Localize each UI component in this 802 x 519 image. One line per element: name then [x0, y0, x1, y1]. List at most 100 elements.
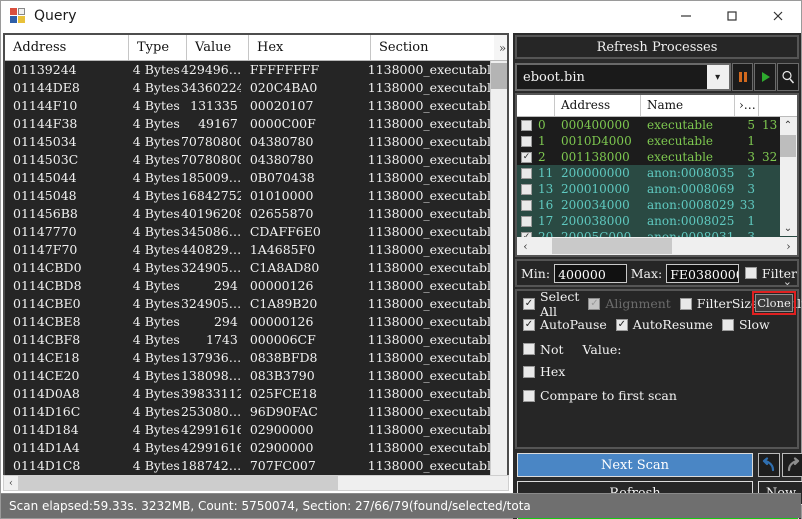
pl-column-name[interactable]: Name: [641, 95, 735, 116]
chevron-down-icon[interactable]: ⌄: [783, 275, 792, 288]
process-row-checkbox[interactable]: [521, 135, 532, 147]
process-list-scroll-thumb[interactable]: [780, 135, 796, 157]
column-expand-icon[interactable]: »: [494, 35, 507, 60]
compare-first-checkbox[interactable]: [523, 389, 535, 402]
table-row[interactable]: 01147770 4 Bytes 345086… CDAFF6E0 1138000_ex…: [5, 223, 494, 241]
column-header-address[interactable]: Address: [5, 35, 129, 60]
refresh-processes-button[interactable]: Refresh Processes: [515, 35, 799, 59]
table-row[interactable]: 0114CE18 4 Bytes 137936… 0838BFD8 1138000_ex…: [5, 349, 494, 367]
process-row[interactable]: 0 000400000 executable 5 13: [517, 117, 797, 133]
table-row[interactable]: 01144F10 4 Bytes 131335 00020107 1138000_exe…: [5, 97, 494, 115]
process-row-checkbox[interactable]: [521, 167, 532, 179]
table-row[interactable]: 01145034 4 Bytes 70780800 04380780 1138000_e…: [5, 133, 494, 151]
results-hscroll-thumb[interactable]: [18, 476, 338, 490]
scroll-left-icon[interactable]: ‹: [517, 240, 534, 253]
autopause-option[interactable]: ✓ AutoPause: [523, 317, 607, 332]
process-row-checkbox[interactable]: [521, 215, 532, 227]
hex-checkbox[interactable]: [523, 365, 535, 378]
table-row[interactable]: 0114CBE8 4 Bytes 294 00000126 1138000_execut…: [5, 313, 494, 331]
table-row[interactable]: 01139244 4 Bytes 429496… FFFFFFFF 1138000_ex…: [5, 61, 494, 79]
column-header-type[interactable]: Type: [129, 35, 187, 60]
maximize-button[interactable]: [709, 1, 755, 30]
table-row[interactable]: 01144DE8 4 Bytes 34360224 020C4BA0 1138000_e…: [5, 79, 494, 97]
results-horizontal-scrollbar[interactable]: ‹: [3, 475, 509, 491]
table-row[interactable]: 0114D184 4 Bytes 42991616 02900000 1138000_e…: [5, 421, 494, 439]
process-row-checkbox[interactable]: [521, 199, 532, 211]
autopause-checkbox[interactable]: ✓: [523, 318, 535, 331]
select-all-option[interactable]: ✓ Select All: [523, 289, 579, 319]
chevron-down-icon[interactable]: ▾: [706, 65, 729, 89]
select-all-checkbox[interactable]: ✓: [523, 297, 535, 310]
pl-column-address[interactable]: Address: [555, 95, 641, 116]
process-combo[interactable]: eboot.bin ▾: [515, 63, 731, 91]
close-button[interactable]: [755, 1, 801, 30]
redo-arrow-icon[interactable]: [782, 453, 802, 477]
process-row[interactable]: ✓ 2 001138000 executable 3 32: [517, 149, 797, 165]
table-row[interactable]: 0114D1A4 4 Bytes 42991616 02900000 1138000_e…: [5, 439, 494, 457]
table-row[interactable]: 01145044 4 Bytes 185009… 0B070438 1138000_ex…: [5, 169, 494, 187]
process-row-checkbox[interactable]: [521, 183, 532, 195]
slow-checkbox[interactable]: [721, 318, 734, 331]
pl-column-extra[interactable]: ›…: [735, 95, 759, 116]
autoresume-option[interactable]: ✓ AutoResume: [615, 317, 713, 332]
not-option[interactable]: Not: [523, 342, 564, 357]
max-input[interactable]: FE0380000: [666, 263, 739, 283]
filtersize-option[interactable]: FilterSize: [679, 296, 758, 311]
column-header-section[interactable]: Section: [371, 35, 507, 60]
results-vertical-scrollbar[interactable]: ⌄: [490, 61, 507, 486]
scroll-up-icon[interactable]: ⌃: [780, 117, 796, 133]
process-row[interactable]: 1 0010D4000 executable 1: [517, 133, 797, 149]
clone-button[interactable]: Clone: [755, 294, 793, 312]
range-filter-checkbox[interactable]: [744, 267, 757, 279]
process-row[interactable]: 17 200038000 anon:00080259… 1: [517, 213, 797, 229]
not-checkbox[interactable]: [523, 343, 535, 355]
process-row-checkbox[interactable]: ✓: [521, 151, 532, 163]
pl-column-last[interactable]: [759, 95, 783, 116]
column-header-hex[interactable]: Hex: [249, 35, 371, 60]
table-row[interactable]: 0114CBE0 4 Bytes 324905… C1A89B20 1138000_ex…: [5, 295, 494, 313]
process-list-body[interactable]: 0 000400000 executable 5 13 1 0010D4000 executa…: [517, 117, 797, 245]
process-list-hscroll-thumb[interactable]: [552, 238, 672, 254]
scroll-right-icon[interactable]: ›: [780, 240, 797, 253]
slow-option[interactable]: Slow: [721, 317, 770, 332]
table-row[interactable]: 0114CE20 4 Bytes 138098… 083B3790 1138000_ex…: [5, 367, 494, 385]
table-row[interactable]: 01145048 4 Bytes 16842752 01010000 1138000_e…: [5, 187, 494, 205]
table-row[interactable]: 01147F70 4 Bytes 440829… 1A4685F0 1138000_ex…: [5, 241, 494, 259]
table-row[interactable]: 0114D0A8 4 Bytes 39833112 025FCE18 1138000_e…: [5, 385, 494, 403]
results-table-body[interactable]: 01139244 4 Bytes 429496… FFFFFFFF 1138000_ex…: [5, 61, 494, 486]
filtersize-checkbox[interactable]: [679, 297, 692, 310]
next-scan-button[interactable]: Next Scan: [517, 453, 753, 477]
scroll-left-icon[interactable]: ‹: [4, 478, 18, 489]
process-row[interactable]: 13 200010000 anon:0008069e… 3: [517, 181, 797, 197]
table-row[interactable]: 0114CBD8 4 Bytes 294 00000126 1138000_execut…: [5, 277, 494, 295]
process-list[interactable]: Address Name ›… 0 000400000 executable 5 13 1…: [515, 93, 799, 257]
table-row[interactable]: 01144F38 4 Bytes 49167 0000C00F 1138000_exec…: [5, 115, 494, 133]
table-row[interactable]: 0114503C 4 Bytes 70780800 04380780 1138000_e…: [5, 151, 494, 169]
table-row[interactable]: 011456B8 4 Bytes 40196208 02655870 1138000_e…: [5, 205, 494, 223]
minimize-button[interactable]: [663, 1, 709, 30]
table-row[interactable]: 0114D16C 4 Bytes 253080… 96D90FAC 1138000_ex…: [5, 403, 494, 421]
results-hscroll-track[interactable]: [18, 476, 508, 490]
process-row[interactable]: 16 200034000 anon:00080299… 33: [517, 197, 797, 213]
scroll-down-icon[interactable]: ⌄: [780, 220, 796, 236]
pause-icon[interactable]: [731, 63, 754, 91]
play-icon[interactable]: [754, 63, 777, 91]
column-header-value[interactable]: Value: [187, 35, 249, 60]
process-row[interactable]: 11 200000000 anon:0008035a… 3: [517, 165, 797, 181]
hex-option[interactable]: Hex: [523, 364, 565, 379]
table-row[interactable]: 0114CBF8 4 Bytes 1743 000006CF 1138000_execu…: [5, 331, 494, 349]
min-input[interactable]: 400000: [554, 263, 627, 283]
table-row[interactable]: 0114D1C8 4 Bytes 188742… 707FC007 1138000_ex…: [5, 457, 494, 475]
cell-val: 324905…: [180, 296, 241, 311]
autoresume-checkbox[interactable]: ✓: [615, 318, 628, 331]
compare-first-option[interactable]: Compare to first scan: [523, 388, 677, 403]
pl-column-check[interactable]: [517, 95, 555, 116]
process-list-hscrollbar[interactable]: ‹ ›: [517, 237, 797, 255]
undo-arrow-icon[interactable]: [758, 453, 780, 477]
results-scroll-thumb[interactable]: [491, 63, 507, 89]
process-list-hscroll-track[interactable]: [534, 238, 780, 254]
table-row[interactable]: 0114CBD0 4 Bytes 324905… C1A8AD80 1138000_ex…: [5, 259, 494, 277]
process-list-vscrollbar[interactable]: ⌃ ⌄: [780, 117, 797, 236]
process-row-checkbox[interactable]: [521, 119, 532, 131]
magnifier-icon[interactable]: [777, 63, 799, 91]
